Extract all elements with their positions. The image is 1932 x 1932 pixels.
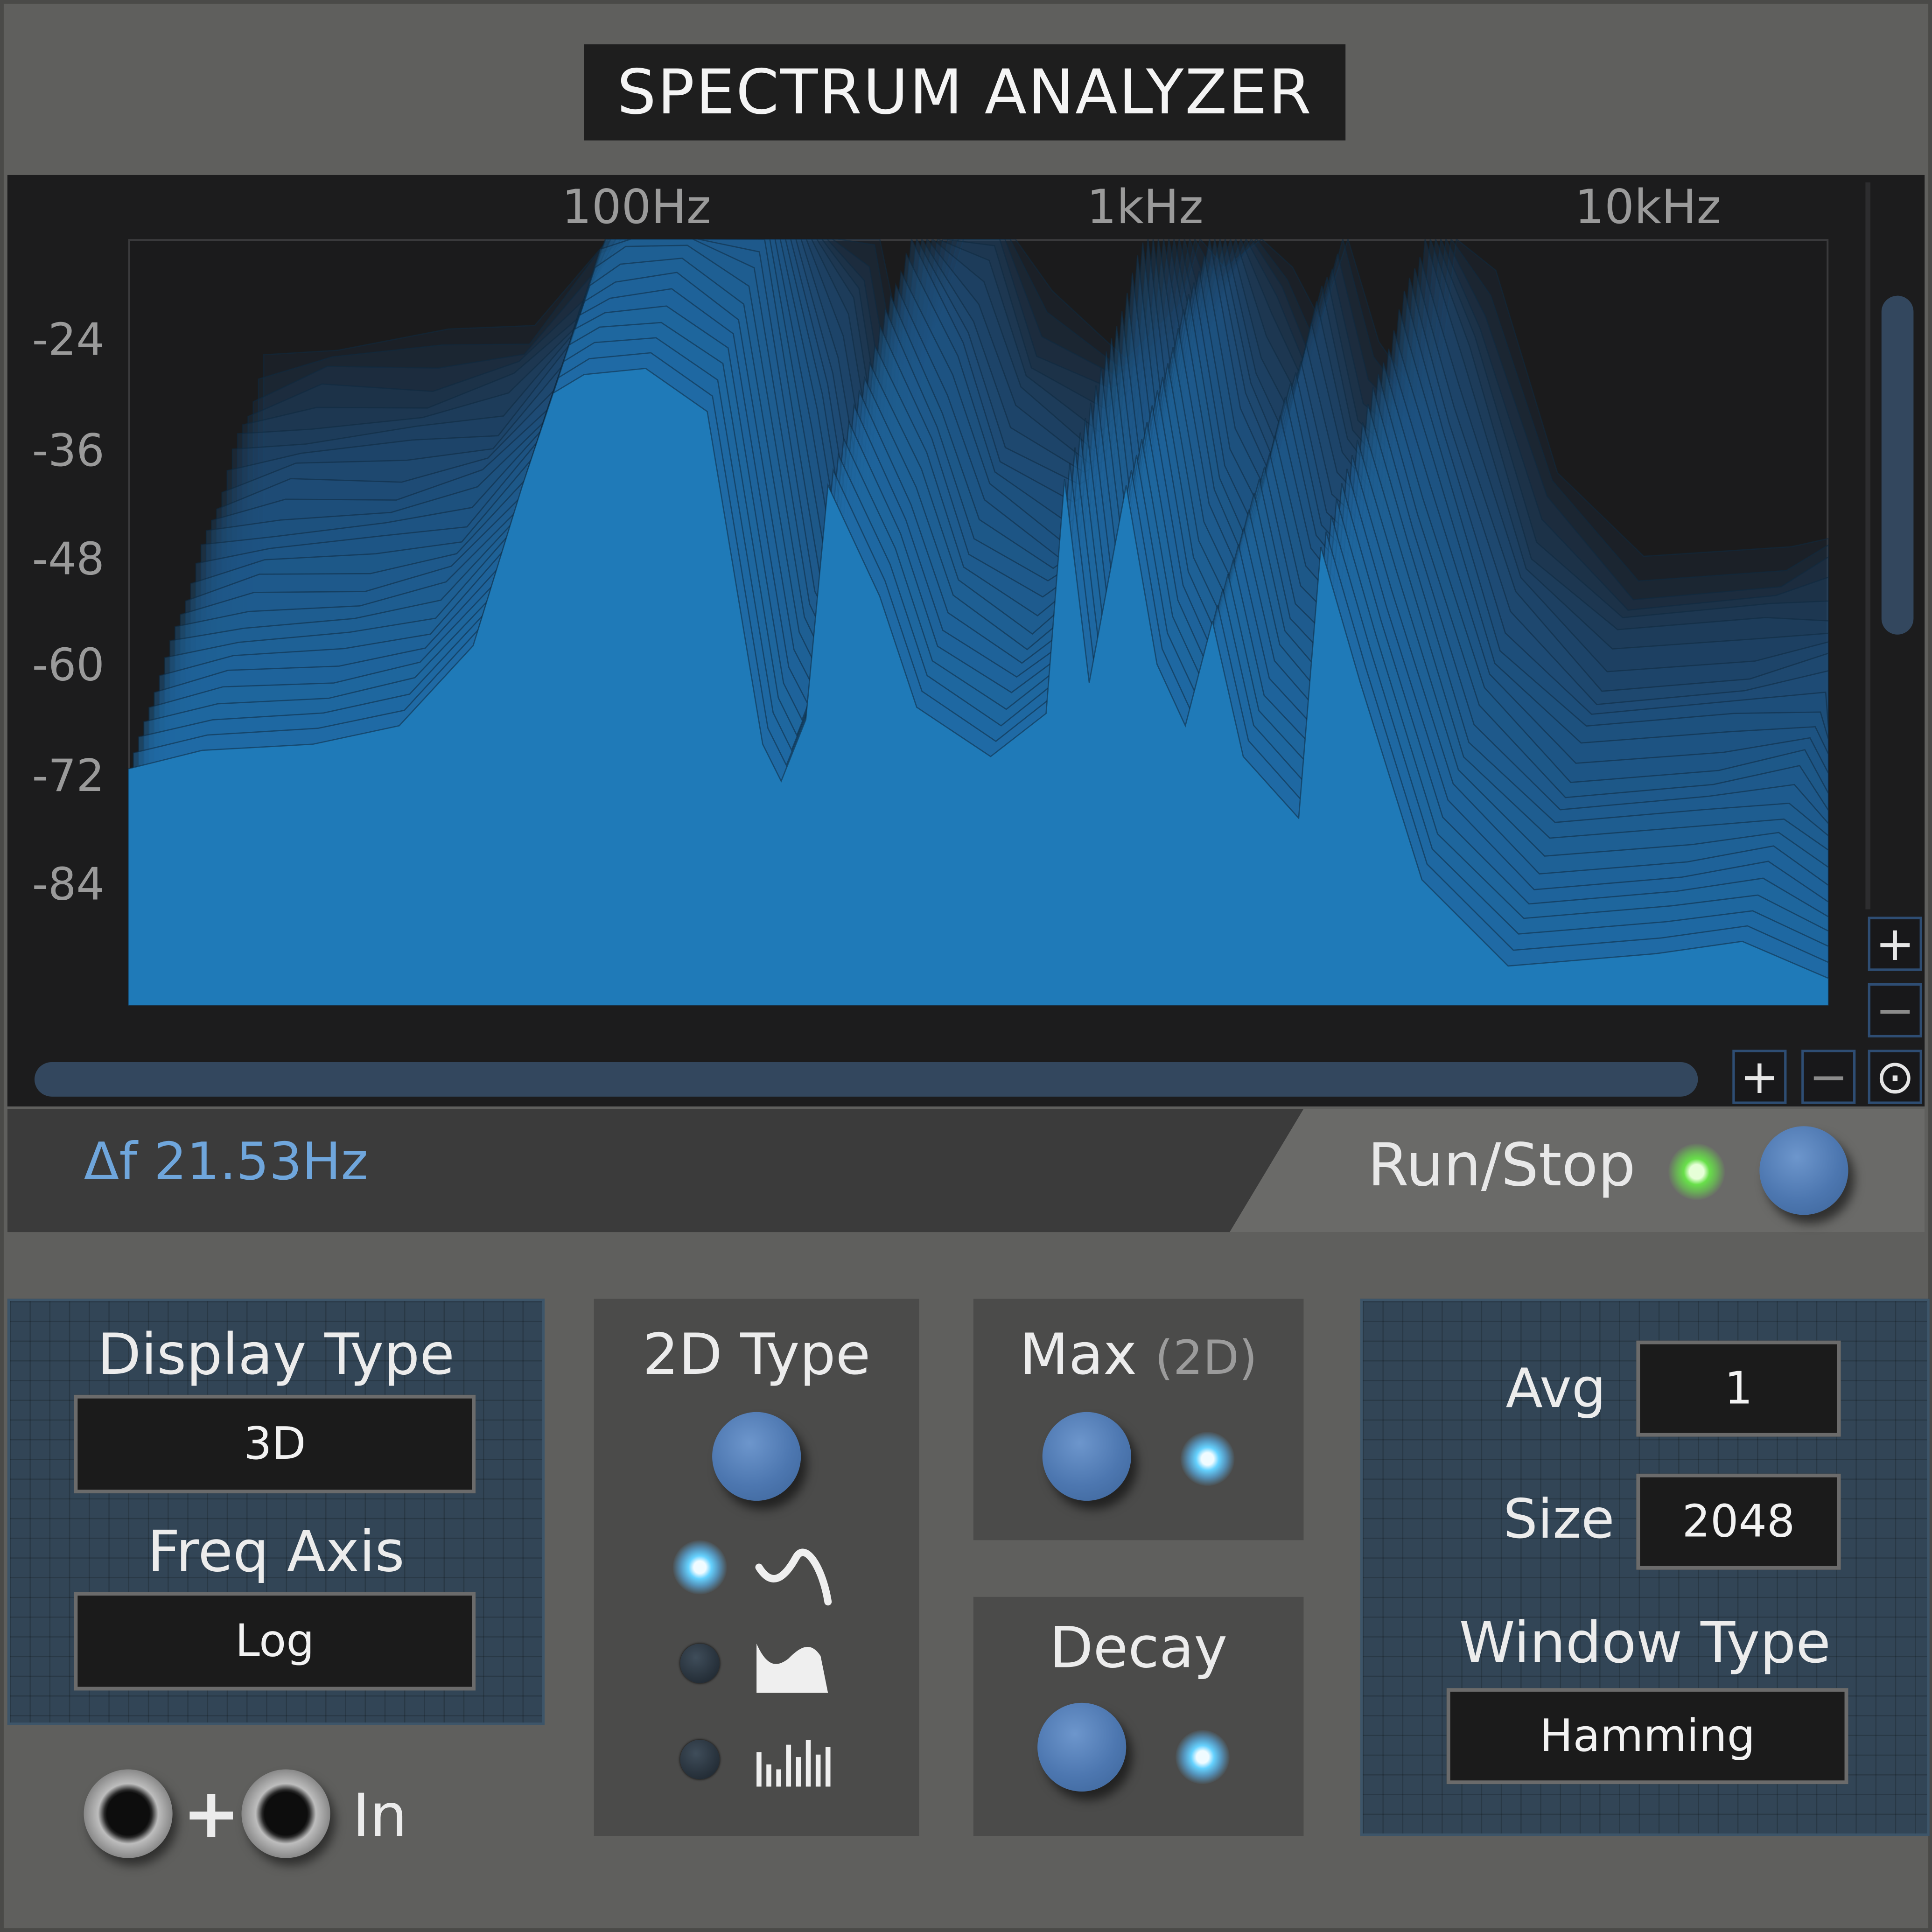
max-led [1180, 1432, 1235, 1486]
max-label-text: Max [1020, 1321, 1137, 1387]
run-indicator-led [1668, 1143, 1725, 1200]
spectrum-analyzer-module: SPECTRUM ANALYZER 100Hz 1kHz 10kHz -24 -… [0, 0, 1932, 1932]
window-type-label: Window Type [1459, 1609, 1831, 1676]
input-label: In [352, 1781, 407, 1851]
vertical-scroll-track [1865, 182, 1870, 910]
two-d-type-label: 2D Type [642, 1321, 871, 1387]
spectrum-plot[interactable] [128, 239, 1829, 1006]
display-type-label: Display Type [97, 1321, 455, 1387]
freq-axis-label: Freq Axis [147, 1518, 405, 1585]
two-d-type-bars-led [680, 1740, 720, 1779]
avg-field[interactable]: 1 [1636, 1340, 1841, 1437]
display-type-select[interactable]: 3D [74, 1394, 476, 1494]
horizontal-scrollbar[interactable] [34, 1062, 1698, 1097]
db-label: -48 [32, 534, 105, 586]
bar-graph-icon [756, 1740, 831, 1787]
max-label-suffix: (2D) [1155, 1330, 1258, 1385]
zoom-vertical-minus-button[interactable]: − [1868, 983, 1922, 1038]
max-button[interactable] [1042, 1412, 1131, 1501]
db-label: -72 [32, 751, 105, 802]
db-label: -24 [32, 315, 105, 366]
freq-label-10khz: 10kHz [1575, 180, 1722, 234]
input-plus-sign: + [182, 1774, 240, 1855]
two-d-type-filled-led [680, 1644, 720, 1683]
max-label: Max (2D) [973, 1321, 1304, 1387]
two-d-type-button[interactable] [712, 1412, 801, 1501]
zoom-reset-button[interactable]: ⊙ [1868, 1050, 1922, 1104]
window-type-select[interactable]: Hamming [1446, 1688, 1848, 1785]
freq-label-1khz: 1kHz [1086, 180, 1204, 234]
run-stop-button[interactable] [1759, 1126, 1848, 1215]
zoom-horizontal-plus-button[interactable]: + [1732, 1050, 1787, 1104]
freq-axis-select[interactable]: Log [74, 1592, 476, 1691]
db-label: -84 [32, 860, 105, 911]
decay-button[interactable] [1037, 1702, 1127, 1792]
zoom-horizontal-minus-button[interactable]: − [1801, 1050, 1856, 1104]
db-label: -60 [32, 640, 105, 692]
two-d-type-line-led [672, 1540, 727, 1595]
size-label: Size [1503, 1488, 1615, 1552]
input-jack-left[interactable] [84, 1769, 173, 1858]
input-jack-right[interactable] [241, 1769, 330, 1858]
filled-graph-icon [756, 1644, 828, 1693]
size-field[interactable]: 2048 [1636, 1473, 1841, 1570]
vertical-scrollbar[interactable] [1881, 295, 1914, 635]
decay-led [1175, 1729, 1230, 1785]
zoom-vertical-plus-button[interactable]: + [1868, 917, 1922, 971]
module-title: SPECTRUM ANALYZER [584, 44, 1346, 140]
run-stop-label: Run/Stop [1367, 1131, 1636, 1200]
decay-label: Decay [1049, 1614, 1228, 1681]
frequency-resolution-readout: Δf 21.53Hz [84, 1131, 368, 1192]
freq-label-100hz: 100Hz [561, 180, 711, 234]
line-graph-icon [755, 1548, 832, 1606]
db-label: -36 [32, 426, 105, 477]
avg-label: Avg [1505, 1358, 1606, 1421]
